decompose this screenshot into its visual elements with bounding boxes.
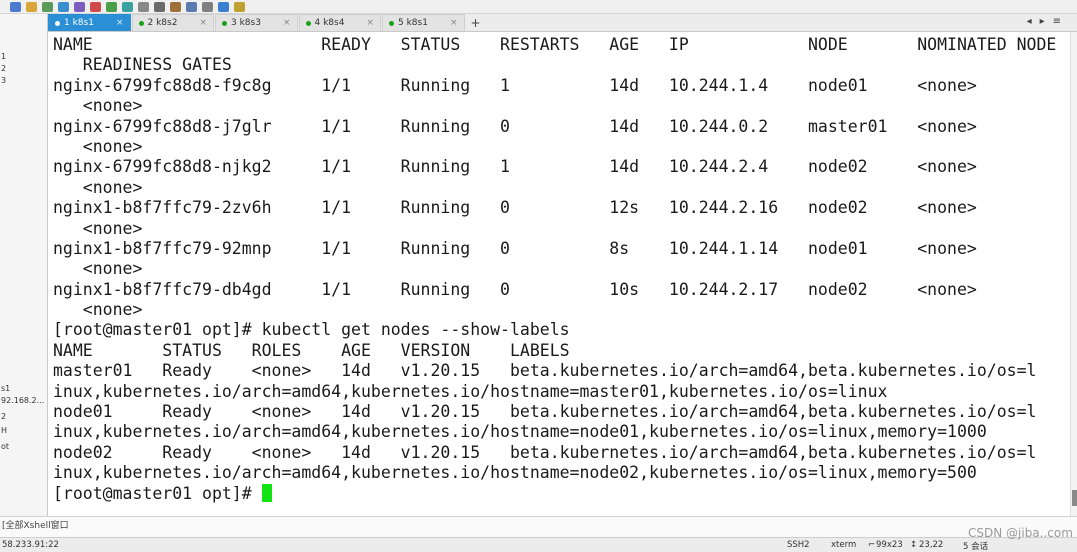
script-icon[interactable]	[170, 1, 181, 12]
terminal-line: READINESS GATES	[53, 55, 232, 75]
link-icon[interactable]	[42, 1, 53, 12]
status-pos-icon: ↕	[910, 540, 918, 550]
sidebar-item[interactable]: 3	[1, 76, 6, 86]
terminal-line: node01 Ready <none> 14d v1.20.15 beta.ku…	[53, 402, 1037, 422]
terminal-line: master01 Ready <none> 14d v1.20.15 beta.…	[53, 361, 1037, 381]
compose-bar[interactable]: [全部Xshell窗口	[0, 516, 1077, 537]
tab-session-5[interactable]: 5 k8s1 ×	[382, 14, 465, 31]
status-term: xterm	[831, 540, 857, 550]
terminal-line: NAME STATUS ROLES AGE VERSION LABELS	[53, 340, 570, 360]
folder-icon[interactable]	[26, 1, 37, 12]
status-pos: 23,22	[919, 540, 944, 550]
terminal-pane[interactable]: NAME READY STATUS RESTARTS AGE IP NODE N…	[48, 32, 1070, 516]
terminal-output: NAME READY STATUS RESTARTS AGE IP NODE N…	[53, 35, 1056, 504]
status-dot-icon	[389, 20, 394, 26]
terminal-line: [root@master01 opt]# kubectl get nodes -…	[53, 320, 570, 340]
window-controls[interactable]: ◂▸≡	[1027, 16, 1069, 27]
terminal-line: nginx-6799fc88d8-njkg2 1/1 Running 1 14d…	[53, 157, 977, 177]
terminal-line: <none>	[53, 300, 143, 320]
terminal-line: <none>	[53, 259, 143, 279]
terminal-line: nginx-6799fc88d8-j7glr 1/1 Running 0 14d…	[53, 116, 977, 136]
tab-label: 5 k8s1	[398, 18, 428, 28]
fullscreen-icon[interactable]	[122, 1, 133, 12]
terminal-line: inux,kubernetes.io/arch=amd64,kubernetes…	[53, 381, 888, 401]
keyboard-icon[interactable]	[154, 1, 165, 12]
terminal-line: inux,kubernetes.io/arch=amd64,kubernetes…	[53, 463, 977, 483]
close-icon[interactable]: ×	[116, 18, 124, 28]
prompt-line[interactable]: [root@master01 opt]#	[53, 483, 1056, 504]
sidebar-item[interactable]: 92.168.2...	[1, 396, 44, 406]
status-sessions: 5 会话	[963, 542, 989, 552]
help-icon[interactable]	[218, 1, 229, 12]
tab-bar: 1 k8s1 × 2 k8s2 × 3 k8s3 × 4 k8s4 × 5 k8s1 × + ◂▸≡	[48, 14, 1077, 32]
sidebar-item[interactable]: 2	[1, 412, 6, 422]
tab-label: 1 k8s1	[64, 18, 94, 28]
status-size: 99x23	[876, 540, 903, 550]
scrollbar-thumb[interactable]	[1072, 490, 1077, 506]
lock-icon[interactable]	[138, 1, 149, 12]
session-sidebar[interactable]: 1 2 3 s1 92.168.2... 2 Hot	[0, 14, 48, 528]
watermark: CSDN @jiba..com	[968, 526, 1073, 540]
terminal-line: NAME READY STATUS RESTARTS AGE IP NODE N…	[53, 35, 1057, 54]
tab-label: 2 k8s2	[147, 18, 178, 28]
tab-session-1[interactable]: 1 k8s1 ×	[48, 14, 131, 31]
sidebar-item[interactable]: ot	[1, 442, 9, 452]
terminal-line: <none>	[53, 177, 143, 197]
new-session-icon[interactable]	[10, 1, 21, 12]
status-dot-icon	[138, 20, 144, 26]
terminal-scrollbar[interactable]	[1070, 32, 1077, 516]
font-icon[interactable]	[74, 1, 85, 12]
sidebar-item[interactable]: 2	[1, 64, 6, 74]
layout-icon[interactable]	[186, 1, 197, 12]
status-dot-icon	[55, 20, 60, 26]
close-icon[interactable]: ×	[199, 18, 207, 28]
status-bar: 58.233.91:22 SSH2 xterm ⌐ 99x23 ↕ 23,22 …	[0, 537, 1077, 552]
terminal-line: nginx1-b8f7ffc79-2zv6h 1/1 Running 0 12s…	[53, 198, 977, 218]
terminal-line: inux,kubernetes.io/arch=amd64,kubernetes…	[53, 422, 987, 442]
close-icon[interactable]: ×	[283, 18, 291, 28]
terminal-line: nginx1-b8f7ffc79-db4gd 1/1 Running 0 10s…	[53, 279, 977, 299]
globe-icon[interactable]	[58, 1, 69, 12]
terminal-line: nginx1-b8f7ffc79-92mnp 1/1 Running 0 8s …	[53, 238, 977, 258]
terminal-line: <none>	[53, 96, 143, 116]
close-icon[interactable]: ×	[366, 18, 374, 28]
status-host: 58.233.91:22	[2, 540, 59, 550]
xftp-icon[interactable]	[106, 1, 117, 12]
terminal-line: <none>	[53, 136, 143, 156]
shell-prompt: [root@master01 opt]#	[53, 483, 262, 503]
status-dot-icon	[305, 20, 311, 26]
terminal-line: node02 Ready <none> 14d v1.20.15 beta.ku…	[53, 442, 1037, 462]
tab-session-4[interactable]: 4 k8s4 ×	[298, 14, 381, 31]
settings-icon[interactable]	[202, 1, 213, 12]
compose-target-label[interactable]: [全部Xshell窗口	[2, 521, 69, 531]
status-size-icon: ⌐	[868, 540, 876, 550]
add-tab-button[interactable]: +	[466, 14, 486, 31]
tab-label: 4 k8s4	[314, 18, 345, 28]
tab-session-2[interactable]: 2 k8s2 ×	[131, 14, 214, 31]
close-icon[interactable]: ×	[450, 18, 458, 28]
sidebar-item[interactable]: s1	[1, 384, 10, 394]
terminal-line: <none>	[53, 218, 143, 238]
color-icon[interactable]	[90, 1, 101, 12]
status-dot-icon	[222, 20, 227, 26]
chat-icon[interactable]	[234, 1, 245, 12]
terminal-line: nginx-6799fc88d8-f9c8g 1/1 Running 1 14d…	[53, 75, 977, 95]
text-cursor	[261, 483, 272, 502]
sidebar-item[interactable]: H	[1, 426, 7, 436]
tab-session-3[interactable]: 3 k8s3 ×	[215, 14, 298, 31]
main-toolbar	[0, 0, 1077, 14]
tab-label: 3 k8s3	[231, 18, 261, 28]
status-protocol: SSH2	[787, 540, 810, 550]
sidebar-item[interactable]: 1	[1, 52, 6, 62]
